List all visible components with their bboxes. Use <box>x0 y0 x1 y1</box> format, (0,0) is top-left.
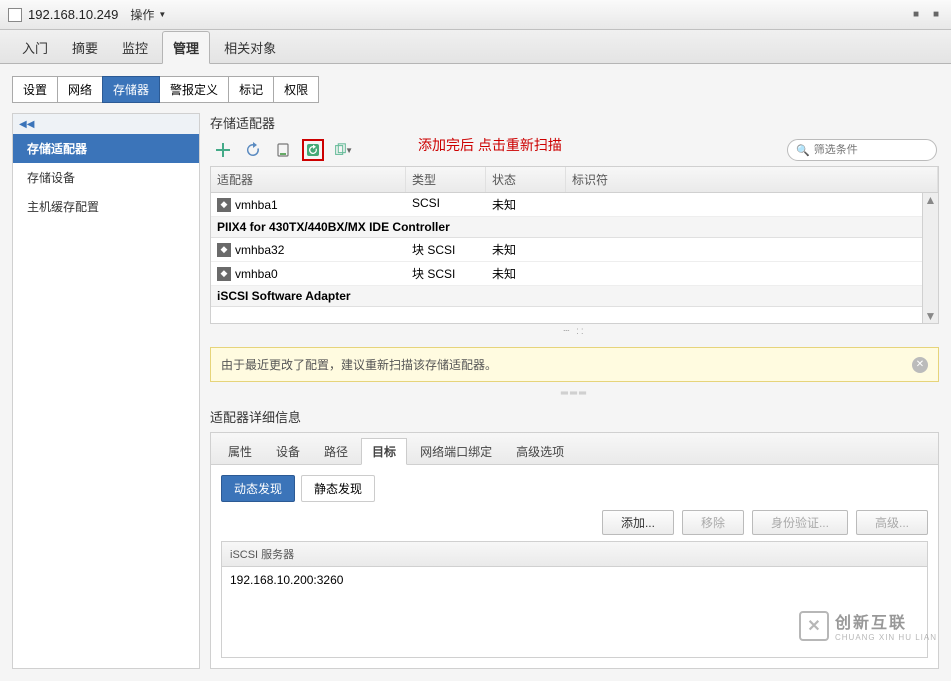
title-bar: 192.168.10.249 操作 ▼ ■ ■ <box>0 0 951 30</box>
dtab-portbinding[interactable]: 网络端口绑定 <box>409 438 503 465</box>
subtab-tags[interactable]: 标记 <box>228 76 274 103</box>
header-type[interactable]: 类型 <box>406 167 486 192</box>
resizer-handle[interactable]: ┄ :: <box>210 324 939 339</box>
subtab-network[interactable]: 网络 <box>57 76 103 103</box>
auth-button[interactable]: 身份验证... <box>752 510 848 535</box>
watermark-en: CHUANG XIN HU LIAN <box>835 633 937 642</box>
dtab-properties[interactable]: 属性 <box>217 438 263 465</box>
adapter-id <box>566 193 938 216</box>
collapse-sidebar[interactable]: ◀◀ <box>13 114 199 134</box>
sidebar: ◀◀ 存储适配器 存储设备 主机缓存配置 <box>12 113 200 669</box>
adapter-grid: 适配器 类型 状态 标识符 ◆ vmhba1 SCSI 未知 PIIX4 for … <box>210 166 939 324</box>
dtab-targets[interactable]: 目标 <box>361 438 407 465</box>
header-identifier[interactable]: 标识符 <box>566 167 938 192</box>
dtab-paths[interactable]: 路径 <box>313 438 359 465</box>
add-button[interactable]: 添加... <box>602 510 674 535</box>
advanced-button[interactable]: 高级... <box>856 510 928 535</box>
tab-monitor[interactable]: 监控 <box>112 32 158 63</box>
header-adapter[interactable]: 适配器 <box>211 167 406 192</box>
watermark: ✕ 创新互联 CHUANG XIN HU LIAN <box>799 609 937 642</box>
annotation-text: 添加完后 点击重新扫描 <box>418 135 562 155</box>
warning-text: 由于最近更改了配置，建议重新扫描该存储适配器。 <box>221 356 497 373</box>
section-title: 存储适配器 <box>210 113 939 132</box>
tab-getting-started[interactable]: 入门 <box>12 32 58 63</box>
subtab-settings[interactable]: 设置 <box>12 76 58 103</box>
grid-header: 适配器 类型 状态 标识符 <box>211 167 938 193</box>
actions-menu[interactable]: 操作 ▼ <box>130 6 166 23</box>
close-icon[interactable]: ✕ <box>912 357 928 373</box>
rescan-button[interactable] <box>302 139 324 161</box>
scrollbar[interactable]: ▲▼ <box>922 193 938 323</box>
search-icon: 🔍 <box>796 144 810 157</box>
adapter-status: 未知 <box>486 238 566 261</box>
host-address: 192.168.10.249 <box>28 7 118 22</box>
subtab-alarms[interactable]: 警报定义 <box>159 76 229 103</box>
adapter-icon: ◆ <box>217 198 231 212</box>
adapter-name: vmhba0 <box>235 267 278 281</box>
server-grid-header[interactable]: iSCSI 服务器 <box>222 542 927 567</box>
subtab-permissions[interactable]: 权限 <box>273 76 319 103</box>
adapter-toolbar: ▼ 🔍 ▼ <box>210 134 939 166</box>
main-tab-bar: 入门 摘要 监控 管理 相关对象 <box>0 30 951 64</box>
filter-input[interactable] <box>814 144 951 156</box>
refresh-button[interactable] <box>242 139 264 161</box>
disctab-dynamic[interactable]: 动态发现 <box>221 475 295 502</box>
detail-tab-bar: 属性 设备 路径 目标 网络端口绑定 高级选项 <box>211 433 938 465</box>
action-row: 添加... 移除 身份验证... 高级... <box>221 510 928 535</box>
tab-summary[interactable]: 摘要 <box>62 32 108 63</box>
resizer-handle[interactable]: ═══ <box>210 386 939 401</box>
table-row[interactable]: ◆ vmhba32 块 SCSI 未知 <box>211 238 938 262</box>
copy-button[interactable]: ▼ <box>332 139 354 161</box>
server-address: 192.168.10.200:3260 <box>230 573 343 587</box>
table-row[interactable]: ◆ vmhba1 SCSI 未知 <box>211 193 938 217</box>
adapter-name: vmhba1 <box>235 198 278 212</box>
adapter-icon: ◆ <box>217 267 231 281</box>
adapter-status: 未知 <box>486 262 566 285</box>
sidebar-item-adapters[interactable]: 存储适配器 <box>13 134 199 163</box>
sidebar-item-hostcache[interactable]: 主机缓存配置 <box>13 192 199 221</box>
remove-button[interactable]: 移除 <box>682 510 744 535</box>
actions-label: 操作 <box>130 6 154 23</box>
host-icon <box>8 8 22 22</box>
detail-title: 适配器详细信息 <box>210 407 939 426</box>
adapter-type: 块 SCSI <box>406 262 486 285</box>
tab-related[interactable]: 相关对象 <box>214 32 286 63</box>
discovery-tabs: 动态发现 静态发现 <box>221 475 928 502</box>
storage-icon-button[interactable] <box>272 139 294 161</box>
header-status[interactable]: 状态 <box>486 167 566 192</box>
star-icon[interactable]: ■ <box>929 8 943 22</box>
filter-search[interactable]: 🔍 ▼ <box>787 139 937 161</box>
adapter-icon: ◆ <box>217 243 231 257</box>
subtab-storage[interactable]: 存储器 <box>102 76 160 103</box>
add-adapter-button[interactable] <box>212 139 234 161</box>
adapter-id <box>566 238 938 261</box>
chevron-down-icon: ▼ <box>158 10 166 19</box>
disctab-static[interactable]: 静态发现 <box>301 475 375 502</box>
adapter-type: SCSI <box>406 193 486 216</box>
sub-tab-bar: 设置 网络 存储器 警报定义 标记 权限 <box>12 76 939 103</box>
dtab-devices[interactable]: 设备 <box>265 438 311 465</box>
sidebar-item-devices[interactable]: 存储设备 <box>13 163 199 192</box>
adapter-name: vmhba32 <box>235 243 284 257</box>
adapter-status: 未知 <box>486 193 566 216</box>
group-row: iSCSI Software Adapter <box>211 286 938 307</box>
alert-icon[interactable]: ■ <box>909 8 923 22</box>
group-row: PIIX4 for 430TX/440BX/MX IDE Controller <box>211 217 938 238</box>
warning-bar: 由于最近更改了配置，建议重新扫描该存储适配器。 ✕ <box>210 347 939 382</box>
adapter-id <box>566 262 938 285</box>
tab-manage[interactable]: 管理 <box>162 31 210 64</box>
adapter-type: 块 SCSI <box>406 238 486 261</box>
watermark-logo: ✕ <box>799 611 829 641</box>
dtab-advanced[interactable]: 高级选项 <box>505 438 575 465</box>
table-row[interactable]: ◆ vmhba0 块 SCSI 未知 <box>211 262 938 286</box>
watermark-cn: 创新互联 <box>835 609 937 633</box>
